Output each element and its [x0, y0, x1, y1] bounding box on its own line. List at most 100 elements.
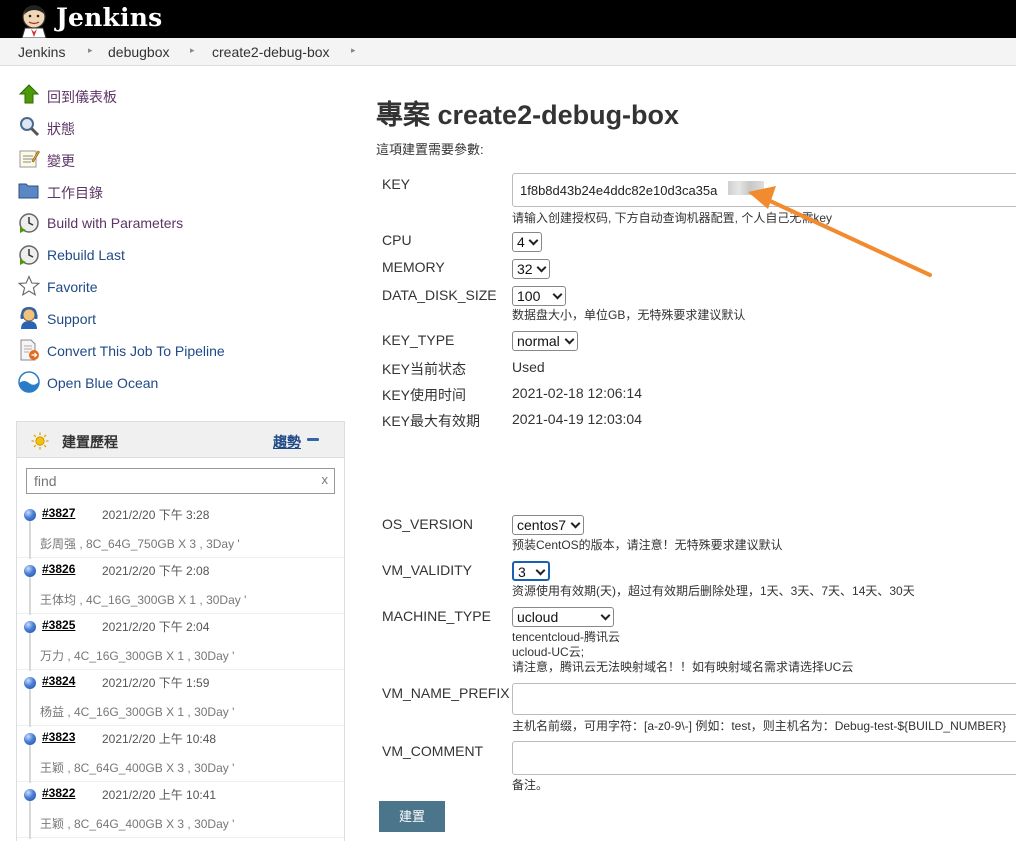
vm-comment-input[interactable]: [513, 742, 1016, 774]
build-row: #3824 2021/2/20 下午 1:59 杨益 , 4C_16G_300G…: [17, 670, 344, 727]
build-status-ball-icon[interactable]: [24, 509, 36, 521]
vm-comment-box: [512, 741, 1016, 775]
build-status-ball-icon[interactable]: [24, 565, 36, 577]
chevron-down-icon: [552, 289, 563, 300]
param-label-data-disk-size: DATA_DISK_SIZE: [382, 287, 497, 303]
clear-search-icon[interactable]: x: [322, 472, 329, 487]
build-description: 万力 , 4C_16G_300GB X 1 , 30Day ': [40, 649, 235, 663]
breadcrumb: Jenkins ▸ debugbox ▸ create2-debug-box ▸: [0, 38, 1016, 66]
breadcrumb-separator-icon[interactable]: ▸: [88, 45, 93, 56]
build-status-ball-icon[interactable]: [24, 789, 36, 801]
cpu-select[interactable]: 4: [512, 232, 542, 252]
key-used-time-value: 2021-02-18 12:06:14: [512, 385, 642, 401]
timeline-line: [29, 745, 31, 783]
build-submit-button[interactable]: 建置: [379, 801, 445, 832]
timeline-line: [29, 633, 31, 671]
build-history-header: 建置歷程 趨勢: [17, 422, 344, 458]
jenkins-butler-logo[interactable]: [16, 2, 52, 38]
param-label-os-version: OS_VERSION: [382, 516, 474, 532]
build-status-ball-icon[interactable]: [24, 733, 36, 745]
jenkins-brand-title[interactable]: Jenkins: [56, 3, 162, 32]
build-row: #3826 2021/2/20 下午 2:08 王体均 , 4C_16G_300…: [17, 558, 344, 615]
magnifier-icon: [20, 117, 40, 137]
build-number-link[interactable]: #3826: [42, 562, 75, 576]
build-number-link[interactable]: #3823: [42, 730, 75, 744]
redacted-key-blur: [728, 181, 764, 195]
support-person-icon: [20, 307, 38, 329]
chevron-down-icon: [536, 262, 547, 273]
param-label-vm-comment: VM_COMMENT: [382, 743, 484, 759]
build-description: 彭周强 , 8C_64G_750GB X 3 , 3Day ': [40, 537, 240, 551]
collapse-minus-icon[interactable]: [307, 438, 319, 441]
breadcrumb-debugbox[interactable]: debugbox: [108, 44, 170, 60]
build-status-ball-icon[interactable]: [24, 677, 36, 689]
trend-link[interactable]: 趨勢: [273, 432, 301, 452]
chevron-down-icon: [528, 235, 539, 246]
param-label-key-status: KEY当前状态: [382, 361, 467, 377]
memory-select[interactable]: 32: [512, 259, 550, 279]
build-search-input[interactable]: [27, 469, 312, 493]
build-number-link[interactable]: #3825: [42, 618, 75, 632]
task-label: 回到儀表板: [47, 89, 117, 105]
vm-validity-value: 3: [518, 564, 526, 580]
param-label-memory: MEMORY: [382, 259, 445, 275]
blue-ocean-icon: [18, 371, 40, 393]
build-time: 2021/2/20 下午 2:08: [102, 564, 210, 578]
cpu-select-value: 4: [517, 234, 525, 250]
build-time: 2021/2/20 上午 10:41: [102, 788, 217, 802]
machine-type-select[interactable]: ucloud: [512, 607, 614, 627]
build-search-box: x: [26, 468, 335, 494]
os-version-description: 预装CentOS的版本，请注意！无特殊要求建议默认: [512, 538, 783, 552]
up-arrow-icon: [18, 84, 40, 104]
param-label-vm-name-prefix: VM_NAME_PREFIX: [382, 685, 510, 701]
build-row: #3827 2021/2/20 下午 3:28 彭周强 , 8C_64G_750…: [17, 502, 344, 559]
data-disk-size-select[interactable]: 100: [512, 286, 566, 306]
breadcrumb-create2-debug-box[interactable]: create2-debug-box: [212, 44, 330, 60]
vm-validity-description: 资源使用有效期(天)，超过有效期后删除处理，1天、3天、7天、14天、30天: [512, 584, 915, 598]
vm-name-prefix-input[interactable]: [513, 684, 1016, 714]
machine-type-description-line: tencentcloud-腾讯云: [512, 630, 621, 644]
param-label-vm-validity: VM_VALIDITY: [382, 562, 472, 578]
breadcrumb-separator-icon[interactable]: ▸: [190, 45, 195, 56]
chevron-down-icon: [564, 334, 575, 345]
timeline-line: [29, 577, 31, 615]
top-header: Jenkins: [0, 0, 1016, 38]
star-icon: [18, 275, 40, 296]
param-label-key: KEY: [382, 176, 411, 192]
memory-select-value: 32: [517, 261, 533, 277]
build-history-panel: 建置歷程 趨勢 x #3827 2021/2/20 下午 3:28 彭周强 , …: [16, 421, 345, 841]
clock-play-icon: [19, 245, 39, 265]
build-time: 2021/2/20 下午 2:04: [102, 620, 210, 634]
machine-type-value: ucloud: [517, 609, 559, 625]
os-version-select[interactable]: centos7: [512, 515, 584, 535]
key-type-select[interactable]: normal: [512, 331, 578, 351]
build-row: #3822 2021/2/20 上午 10:41 王颖 , 8C_64G_400…: [17, 782, 344, 839]
chevron-down-icon: [570, 518, 581, 529]
vm-validity-select[interactable]: 3: [512, 561, 550, 581]
build-description: 王颖 , 8C_64G_400GB X 3 , 30Day ': [40, 761, 235, 775]
chevron-down-icon: [600, 610, 611, 621]
build-number-link[interactable]: #3824: [42, 674, 75, 688]
task-label: 狀態: [47, 121, 75, 137]
build-status-ball-icon[interactable]: [24, 621, 36, 633]
task-label: Support: [47, 311, 97, 327]
build-row: #3825 2021/2/20 下午 2:04 万力 , 4C_16G_300G…: [17, 614, 344, 671]
build-number-link[interactable]: #3827: [42, 506, 75, 520]
clock-play-icon: [19, 213, 39, 233]
vm-name-prefix-box: [512, 683, 1016, 715]
chevron-down-icon: [535, 565, 546, 576]
build-number-link[interactable]: #3822: [42, 786, 75, 800]
key-input[interactable]: [513, 174, 1016, 206]
param-label-cpu: CPU: [382, 232, 412, 248]
timeline-line: [29, 801, 31, 839]
param-label-key-type: KEY_TYPE: [382, 332, 455, 348]
vm-name-prefix-description: 主机名前缀，可用字符：[a-z0-9\-] 例如：test，则主机名为：Debu…: [512, 719, 1007, 733]
breadcrumb-jenkins[interactable]: Jenkins: [18, 44, 65, 60]
build-row: #3823 2021/2/20 上午 10:48 王颖 , 8C_64G_400…: [17, 726, 344, 783]
build-description: 杨益 , 4C_16G_300GB X 1 , 30Day ': [40, 705, 235, 719]
task-label: 變更: [47, 153, 75, 169]
task-label: Rebuild Last: [47, 247, 125, 263]
breadcrumb-separator-icon[interactable]: ▸: [351, 45, 356, 56]
timeline-line: [29, 521, 31, 559]
key-type-value: normal: [517, 333, 560, 349]
